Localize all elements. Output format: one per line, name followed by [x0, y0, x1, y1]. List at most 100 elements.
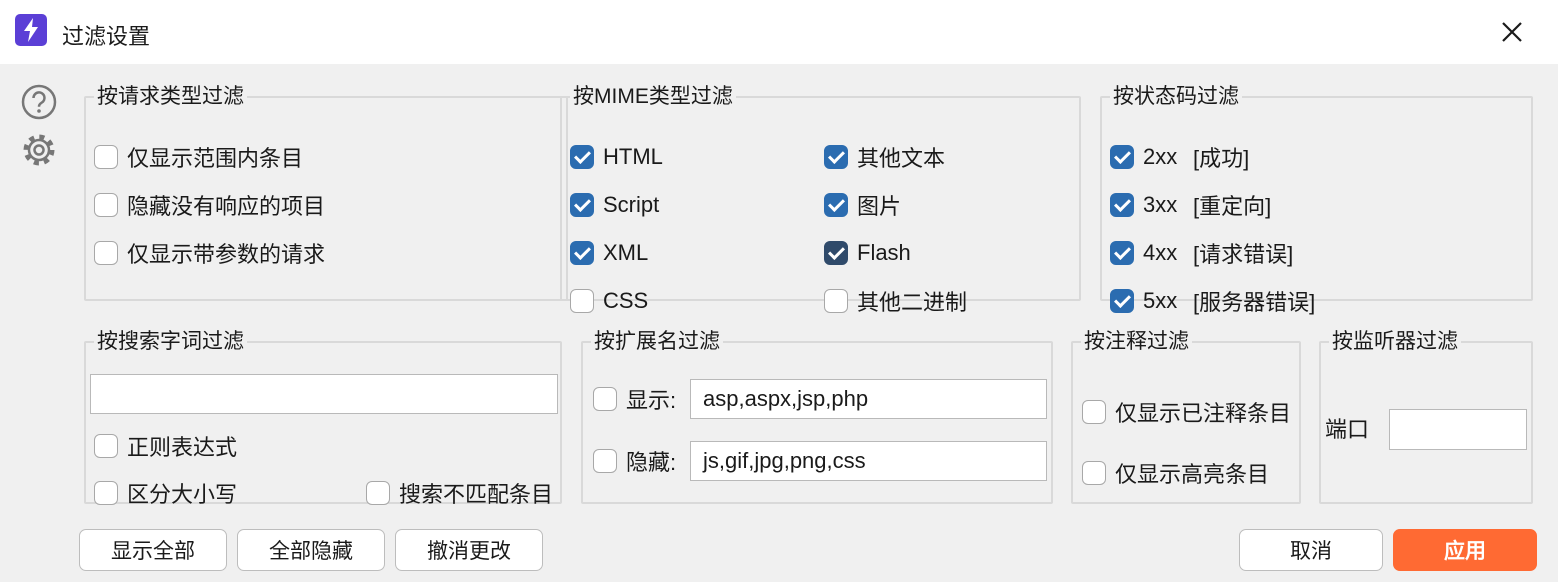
mime-script-checkbox[interactable]: [570, 193, 594, 217]
status-group: 按状态码过滤 2xx [成功] 3xx [重定向] 4xx [请求错误] 5xx…: [1100, 85, 1533, 315]
status-4xx-code: 4xx: [1143, 240, 1178, 265]
case-sensitive-checkbox[interactable]: [94, 481, 118, 505]
port-label: 端口: [1325, 417, 1370, 442]
revert-changes-button[interactable]: 撤消更改: [395, 529, 543, 571]
negative-search-option[interactable]: 搜索不匹配条目: [366, 477, 553, 509]
lightning-icon: [15, 14, 47, 46]
extension-hide-option[interactable]: 隐藏:: [593, 445, 676, 477]
title-bar: 过滤设置: [0, 0, 1558, 65]
mime-css-label: CSS: [603, 288, 649, 313]
status-title: 按状态码过滤: [1113, 85, 1239, 108]
mime-title: 按MIME类型过滤: [573, 85, 733, 108]
mime-xml-label: XML: [603, 240, 649, 265]
extension-show-label: 显示:: [626, 388, 677, 413]
in-scope-checkbox[interactable]: [94, 145, 118, 169]
listener-title: 按监听器过滤: [1332, 330, 1458, 353]
mime-flash-option[interactable]: Flash: [824, 237, 911, 269]
search-input[interactable]: [90, 374, 558, 414]
annotation-group: 按注释过滤 仅显示已注释条目 仅显示高亮条目: [1071, 330, 1301, 504]
status-3xx-option[interactable]: 3xx [重定向]: [1110, 189, 1271, 221]
request-type-title: 按请求类型过滤: [97, 85, 244, 108]
extension-title: 按扩展名过滤: [594, 330, 720, 353]
in-scope-label: 仅显示范围内条目: [127, 146, 304, 171]
commented-only-label: 仅显示已注释条目: [1115, 401, 1292, 426]
extension-hide-input[interactable]: js,gif,jpg,png,css: [690, 441, 1047, 481]
commented-only-checkbox[interactable]: [1082, 400, 1106, 424]
regex-checkbox[interactable]: [94, 434, 118, 458]
listener-group: 按监听器过滤 端口: [1319, 330, 1533, 504]
mime-script-label: Script: [603, 192, 660, 217]
in-scope-option[interactable]: 仅显示范围内条目: [94, 141, 303, 173]
mime-images-option[interactable]: 图片: [824, 189, 901, 221]
mime-other-binary-checkbox[interactable]: [824, 289, 848, 313]
gear-icon[interactable]: [20, 131, 58, 169]
mime-other-binary-label: 其他二进制: [857, 290, 968, 315]
extension-group: 按扩展名过滤 显示: asp,aspx,jsp,php 隐藏: js,gif,j…: [581, 330, 1053, 504]
mime-other-binary-option[interactable]: 其他二进制: [824, 285, 967, 317]
search-title: 按搜索字词过滤: [97, 330, 244, 353]
mime-script-option[interactable]: Script: [570, 189, 659, 221]
regex-option[interactable]: 正则表达式: [94, 430, 237, 462]
mime-html-checkbox[interactable]: [570, 145, 594, 169]
case-sensitive-option[interactable]: 区分大小写: [94, 477, 237, 509]
mime-html-option[interactable]: HTML: [570, 141, 663, 173]
apply-button[interactable]: 应用: [1393, 529, 1537, 571]
status-4xx-checkbox[interactable]: [1110, 241, 1134, 265]
status-5xx-option[interactable]: 5xx [服务器错误]: [1110, 285, 1315, 317]
extension-show-checkbox[interactable]: [593, 387, 617, 411]
status-3xx-checkbox[interactable]: [1110, 193, 1134, 217]
extension-show-option[interactable]: 显示:: [593, 383, 676, 415]
regex-label: 正则表达式: [127, 435, 238, 460]
highlighted-only-label: 仅显示高亮条目: [1115, 462, 1270, 487]
close-icon[interactable]: [1496, 16, 1528, 48]
mime-images-label: 图片: [857, 194, 902, 219]
hide-no-response-checkbox[interactable]: [94, 193, 118, 217]
status-2xx-label: [成功]: [1193, 146, 1250, 171]
help-icon[interactable]: [20, 83, 58, 121]
extension-hide-label: 隐藏:: [626, 450, 677, 475]
cancel-button[interactable]: 取消: [1239, 529, 1383, 571]
case-sensitive-label: 区分大小写: [127, 482, 238, 507]
status-4xx-label: [请求错误]: [1193, 242, 1294, 267]
hide-all-button[interactable]: 全部隐藏: [237, 529, 385, 571]
mime-css-checkbox[interactable]: [570, 289, 594, 313]
mime-css-option[interactable]: CSS: [570, 285, 648, 317]
negative-search-checkbox[interactable]: [366, 481, 390, 505]
params-only-label: 仅显示带参数的请求: [127, 242, 326, 267]
commented-only-option[interactable]: 仅显示已注释条目: [1082, 396, 1291, 428]
highlighted-only-option[interactable]: 仅显示高亮条目: [1082, 457, 1269, 489]
status-2xx-code: 2xx: [1143, 144, 1178, 169]
params-only-checkbox[interactable]: [94, 241, 118, 265]
mime-other-text-option[interactable]: 其他文本: [824, 141, 945, 173]
status-5xx-label: [服务器错误]: [1193, 290, 1316, 315]
extension-hide-checkbox[interactable]: [593, 449, 617, 473]
extension-show-input[interactable]: asp,aspx,jsp,php: [690, 379, 1047, 419]
window-title: 过滤设置: [62, 24, 151, 49]
status-5xx-code: 5xx: [1143, 288, 1178, 313]
show-all-button[interactable]: 显示全部: [79, 529, 227, 571]
annotation-title: 按注释过滤: [1084, 330, 1189, 353]
request-type-group: 按请求类型过滤 仅显示范围内条目 隐藏没有响应的项目 仅显示带参数的请求: [84, 85, 568, 301]
mime-html-label: HTML: [603, 144, 663, 169]
mime-images-checkbox[interactable]: [824, 193, 848, 217]
status-2xx-option[interactable]: 2xx [成功]: [1110, 141, 1249, 173]
hide-no-response-label: 隐藏没有响应的项目: [127, 194, 326, 219]
status-4xx-option[interactable]: 4xx [请求错误]: [1110, 237, 1293, 269]
negative-search-label: 搜索不匹配条目: [399, 482, 554, 507]
status-3xx-code: 3xx: [1143, 192, 1178, 217]
port-input[interactable]: [1389, 409, 1527, 450]
mime-other-text-label: 其他文本: [857, 146, 946, 171]
mime-flash-checkbox[interactable]: [824, 241, 848, 265]
mime-xml-checkbox[interactable]: [570, 241, 594, 265]
params-only-option[interactable]: 仅显示带参数的请求: [94, 237, 325, 269]
status-3xx-label: [重定向]: [1193, 194, 1272, 219]
mime-xml-option[interactable]: XML: [570, 237, 648, 269]
mime-flash-label: Flash: [857, 240, 911, 265]
status-5xx-checkbox[interactable]: [1110, 289, 1134, 313]
status-2xx-checkbox[interactable]: [1110, 145, 1134, 169]
mime-group: 按MIME类型过滤 HTML Script XML CSS 其他文本 图片 Fl…: [560, 85, 1081, 315]
hide-no-response-option[interactable]: 隐藏没有响应的项目: [94, 189, 325, 221]
mime-other-text-checkbox[interactable]: [824, 145, 848, 169]
highlighted-only-checkbox[interactable]: [1082, 461, 1106, 485]
search-group: 按搜索字词过滤 正则表达式 区分大小写 搜索不匹配条目: [84, 330, 562, 507]
